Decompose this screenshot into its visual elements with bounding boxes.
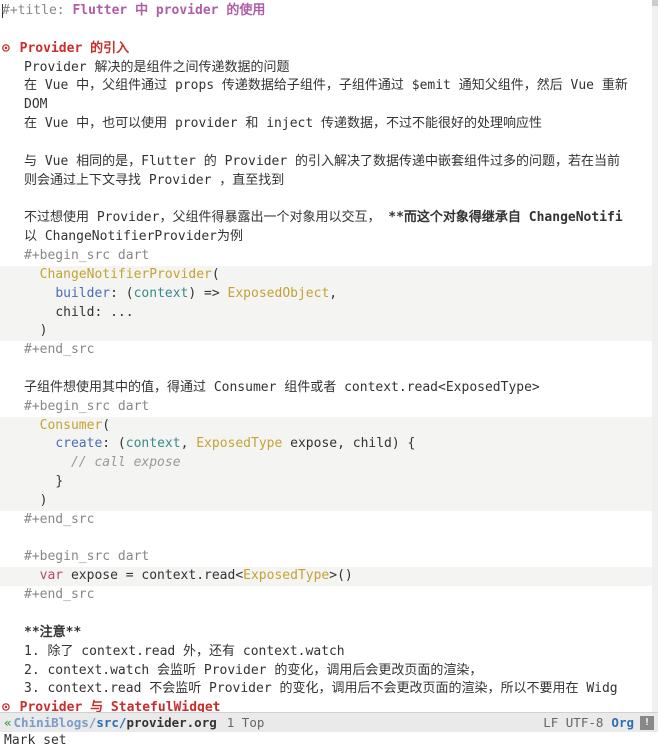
modeline-path-dir: src/ <box>96 715 126 730</box>
modeline-major-mode: Org <box>611 715 634 730</box>
code-line: create: (context, ExposedType expose, ch… <box>0 435 658 454</box>
end-src: #+end_src <box>0 341 658 360</box>
code-line: ChangeNotifierProvider( <box>0 266 658 285</box>
begin-src: #+begin_src dart <box>0 398 658 417</box>
paragraph: 子组件想使用其中的值，得通过 Consumer 组件或者 context.rea… <box>0 379 658 398</box>
code-line: var expose = context.read<ExposedType>() <box>0 567 658 586</box>
paragraph: Provider 解决的是组件之间传递数据的问题 <box>0 59 658 78</box>
modeline-path-project: ChiniBlogs/ <box>14 715 97 730</box>
end-src: #+end_src <box>0 586 658 605</box>
modeline-file: provider.org <box>126 715 216 730</box>
bullet-icon: ⊙ <box>2 700 10 712</box>
modeline-arrow-icon: « <box>4 715 12 730</box>
begin-src: #+begin_src dart <box>0 548 658 567</box>
paragraph: 与 Vue 相同的是，Flutter 的 Provider 的引入解决了数据传递… <box>0 153 658 172</box>
blank-line <box>0 605 658 624</box>
code-line: child: ... <box>0 304 658 323</box>
paragraph: 在 Vue 中，也可以使用 provider 和 inject 传递数据，不过不… <box>0 115 658 134</box>
note-header: **注意** <box>0 624 658 643</box>
scrollbar-thumb[interactable] <box>652 0 658 6</box>
modeline-modified-flag: ! <box>640 716 654 730</box>
bullet-icon: ⊙ <box>2 41 10 56</box>
code-block-2: Consumer( create: (context, ExposedType … <box>0 417 658 511</box>
blank-line <box>0 134 658 153</box>
paragraph: 则会通过上下文寻找 Provider ，直至找到 <box>0 172 658 191</box>
bold-text: **而这个对象得继承自 ChangeNotifi <box>388 210 622 225</box>
code-line: Consumer( <box>0 417 658 436</box>
modeline-position: 1 Top <box>227 715 265 730</box>
minibuffer[interactable]: Mark set <box>0 732 658 750</box>
list-item: 2. context.watch 会监听 Provider 的变化，调用后会更改… <box>0 662 658 681</box>
heading-text: Provider 的引入 <box>20 41 129 56</box>
scrollbar[interactable] <box>652 0 658 712</box>
editor-area[interactable]: #+title: Flutter 中 provider 的使用 ⊙ Provid… <box>0 0 658 712</box>
heading-2: ⊙ Provider 与 StatefulWidget <box>0 699 658 712</box>
code-block-3: var expose = context.read<ExposedType>() <box>0 567 658 586</box>
modeline-encoding: LF UTF-8 <box>543 715 603 730</box>
end-src: #+end_src <box>0 511 658 530</box>
blank-line <box>0 530 658 549</box>
title-text: Flutter 中 provider 的使用 <box>72 3 265 18</box>
blank-line <box>0 190 658 209</box>
paragraph: 以 ChangeNotifierProvider为例 <box>0 228 658 247</box>
list-item: 3. context.read 不会监听 Provider 的变化，调用后不会更… <box>0 680 658 699</box>
list-item: 1. 除了 context.read 外，还有 context.watch <box>0 643 658 662</box>
heading-text: Provider 与 StatefulWidget <box>20 700 221 712</box>
code-line: // call expose <box>0 454 658 473</box>
paragraph: 在 Vue 中，父组件通过 props 传递数据给子组件，子组件通过 $emit… <box>0 77 658 96</box>
code-line: builder: (context) => ExposedObject, <box>0 285 658 304</box>
paragraph: 不过想使用 Provider，父组件得暴露出一个对象用以交互， **而这个对象得… <box>0 209 658 228</box>
blank-line <box>0 21 658 40</box>
code-line: ) <box>0 322 658 341</box>
code-line: } <box>0 473 658 492</box>
heading-1: ⊙ Provider 的引入 <box>0 40 658 59</box>
code-line: ) <box>0 492 658 511</box>
paragraph: DOM <box>0 96 658 115</box>
title-keyword: #+title: <box>2 3 72 18</box>
modeline[interactable]: « ChiniBlogs/src/provider.org 1 Top LF U… <box>0 712 658 732</box>
title-line: #+title: Flutter 中 provider 的使用 <box>0 2 658 21</box>
begin-src: #+begin_src dart <box>0 247 658 266</box>
blank-line <box>0 360 658 379</box>
code-block-1: ChangeNotifierProvider( builder: (contex… <box>0 266 658 341</box>
